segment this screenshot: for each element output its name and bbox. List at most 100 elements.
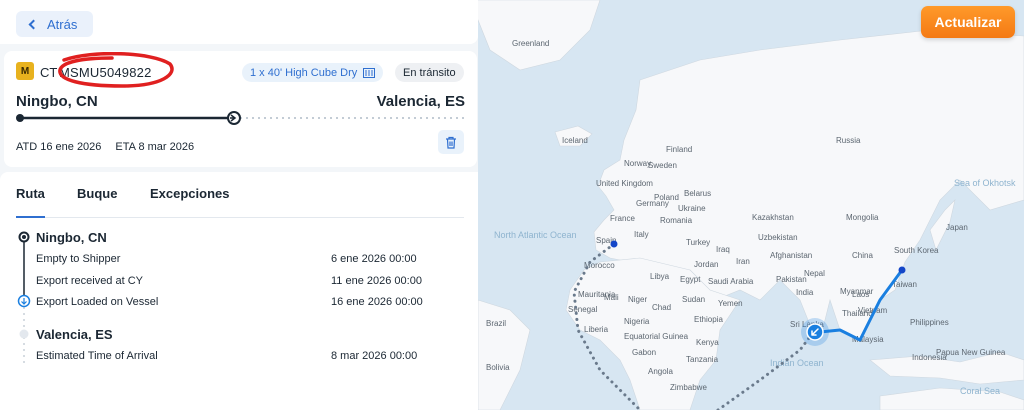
- container-type-badge: 1 x 40' High Cube Dry: [242, 63, 384, 82]
- route-event: Empty to Shipper 6 ene 2026 00:00: [36, 253, 420, 265]
- stop-origin-name: Ningbo, CN: [36, 230, 107, 245]
- map-label-laos: Laos: [852, 290, 869, 299]
- map-label-mali: Mali: [604, 293, 619, 302]
- map-label-france: France: [610, 214, 635, 223]
- route-event: Export Loaded on Vessel 16 ene 2026 00:0…: [36, 296, 423, 308]
- map-label-tanzania: Tanzania: [686, 355, 719, 364]
- map-label-ethiopia: Ethiopia: [694, 315, 723, 324]
- shipment-panel: Atrás M CT MSMU5049822 1 x 40' High Cube…: [0, 0, 478, 410]
- origin-marker: [898, 266, 906, 274]
- map-label-china: China: [852, 251, 873, 260]
- carrier-logo: M: [16, 62, 34, 80]
- shipment-progress: [16, 111, 464, 125]
- map-label-chad: Chad: [652, 303, 671, 312]
- tab-bar: Ruta Buque Excepciones: [16, 186, 464, 218]
- map-label-senegal: Senegal: [568, 305, 598, 314]
- map-label-iceland: Iceland: [562, 136, 588, 145]
- event-label: Estimated Time of Arrival: [36, 350, 158, 362]
- map-label-yemen: Yemen: [718, 299, 743, 308]
- container-prefix: CT: [40, 65, 58, 80]
- map-label-italy: Italy: [634, 230, 649, 239]
- container-icon: [363, 67, 376, 78]
- map-label-papua-new-guinea: Papua New Guinea: [936, 348, 1006, 357]
- map-label-greenland: Greenland: [512, 39, 549, 48]
- delete-button[interactable]: [438, 130, 464, 154]
- map-label-jordan: Jordan: [694, 260, 718, 269]
- map-label-thailand: Thailand: [842, 309, 873, 318]
- refresh-button[interactable]: Actualizar: [921, 6, 1015, 38]
- stop-destination-name: Valencia, ES: [36, 327, 113, 342]
- map-ocean-sea-of-okhotsk: Sea of Okhotsk: [954, 178, 1016, 188]
- map-label-russia: Russia: [836, 136, 861, 145]
- shipment-card: M CT MSMU5049822 1 x 40' High Cube Dry E…: [4, 51, 477, 167]
- event-date: 6 ene 2026 00:00: [331, 253, 417, 265]
- event-date: 8 mar 2026 00:00: [331, 350, 418, 362]
- map-label-philippines: Philippines: [910, 318, 949, 327]
- tab-buque[interactable]: Buque: [77, 186, 117, 218]
- shipment-dates: ATD 16 ene 2026 ETA 8 mar 2026: [16, 141, 194, 153]
- back-bar: Atrás: [0, 0, 478, 44]
- map-label-nepal: Nepal: [804, 269, 825, 278]
- atd-date: ATD 16 ene 2026: [16, 141, 102, 153]
- origin-port: Ningbo, CN: [16, 93, 98, 110]
- status-badge: En tránsito: [395, 63, 464, 82]
- route-event: Estimated Time of Arrival 8 mar 2026 00:…: [36, 350, 420, 362]
- map-label-united-kingdom: United Kingdom: [596, 179, 653, 188]
- destination-port: Valencia, ES: [376, 93, 465, 110]
- event-label: Empty to Shipper: [36, 253, 121, 265]
- route-card: Ruta Buque Excepciones Ningbo, CN Empty …: [0, 172, 478, 410]
- map-label-angola: Angola: [648, 367, 673, 376]
- map-label-south-korea: South Korea: [894, 246, 939, 255]
- map-label-iran: Iran: [736, 257, 750, 266]
- event-date: 16 ene 2026 00:00: [331, 296, 423, 308]
- map-label-egypt: Egypt: [680, 275, 701, 284]
- map-label-india: India: [796, 288, 814, 297]
- map-label-brazil: Brazil: [486, 319, 506, 328]
- map-label-pakistan: Pakistan: [776, 275, 807, 284]
- container-type-label: 1 x 40' High Cube Dry: [250, 66, 358, 79]
- map-label-romania: Romania: [660, 216, 693, 225]
- map-ocean-north-atlantic-ocean: North Atlantic Ocean: [494, 230, 577, 240]
- map-label-niger: Niger: [628, 295, 647, 304]
- tab-ruta[interactable]: Ruta: [16, 186, 45, 218]
- map-label-afghanistan: Afghanistan: [770, 251, 812, 260]
- map-label-gabon: Gabon: [632, 348, 656, 357]
- map-label-sudan: Sudan: [682, 295, 705, 304]
- route-event: Export received at CY 11 ene 2026 00:00: [36, 275, 422, 287]
- map-label-nigeria: Nigeria: [624, 317, 650, 326]
- event-label: Export received at CY: [36, 275, 143, 287]
- map-label-finland: Finland: [666, 145, 692, 154]
- map-label-libya: Libya: [650, 272, 670, 281]
- map-label-germany: Germany: [636, 199, 669, 208]
- map-label-equatorial-guinea: Equatorial Guinea: [624, 332, 689, 341]
- map-ocean-coral-sea: Coral Sea: [960, 386, 1000, 396]
- map-label-bolivia: Bolivia: [486, 363, 510, 372]
- map-label-kazakhstan: Kazakhstan: [752, 213, 794, 222]
- map-label-mongolia: Mongolia: [846, 213, 879, 222]
- container-id: MSMU5049822: [59, 65, 152, 80]
- eta-date: ETA 8 mar 2026: [115, 141, 195, 153]
- map-label-kenya: Kenya: [696, 338, 719, 347]
- back-label: Atrás: [47, 16, 78, 32]
- map-label-sweden: Sweden: [648, 161, 677, 170]
- map-label-liberia: Liberia: [584, 325, 609, 334]
- stop-destination-dot: [19, 329, 29, 339]
- route-timeline: [17, 231, 31, 367]
- chevron-left-icon: [28, 19, 39, 29]
- tab-excepciones[interactable]: Excepciones: [150, 186, 230, 218]
- map-label-taiwan: Taiwan: [892, 280, 917, 289]
- origin-dot: [16, 114, 24, 122]
- map-label-belarus: Belarus: [684, 189, 711, 198]
- destination-marker: [610, 240, 618, 248]
- map-label-saudi-arabia: Saudi Arabia: [708, 277, 754, 286]
- map-label-iraq: Iraq: [716, 245, 730, 254]
- trash-icon: [446, 136, 456, 149]
- map-label-japan: Japan: [946, 223, 968, 232]
- event-date: 11 ene 2026 00:00: [331, 275, 422, 287]
- map-label-ukraine: Ukraine: [678, 204, 706, 213]
- map-label-zimbabwe: Zimbabwe: [670, 383, 707, 392]
- back-button[interactable]: Atrás: [16, 11, 93, 37]
- map-label-uzbekistan: Uzbekistan: [758, 233, 798, 242]
- event-label: Export Loaded on Vessel: [36, 296, 159, 308]
- map-label-turkey: Turkey: [686, 238, 710, 247]
